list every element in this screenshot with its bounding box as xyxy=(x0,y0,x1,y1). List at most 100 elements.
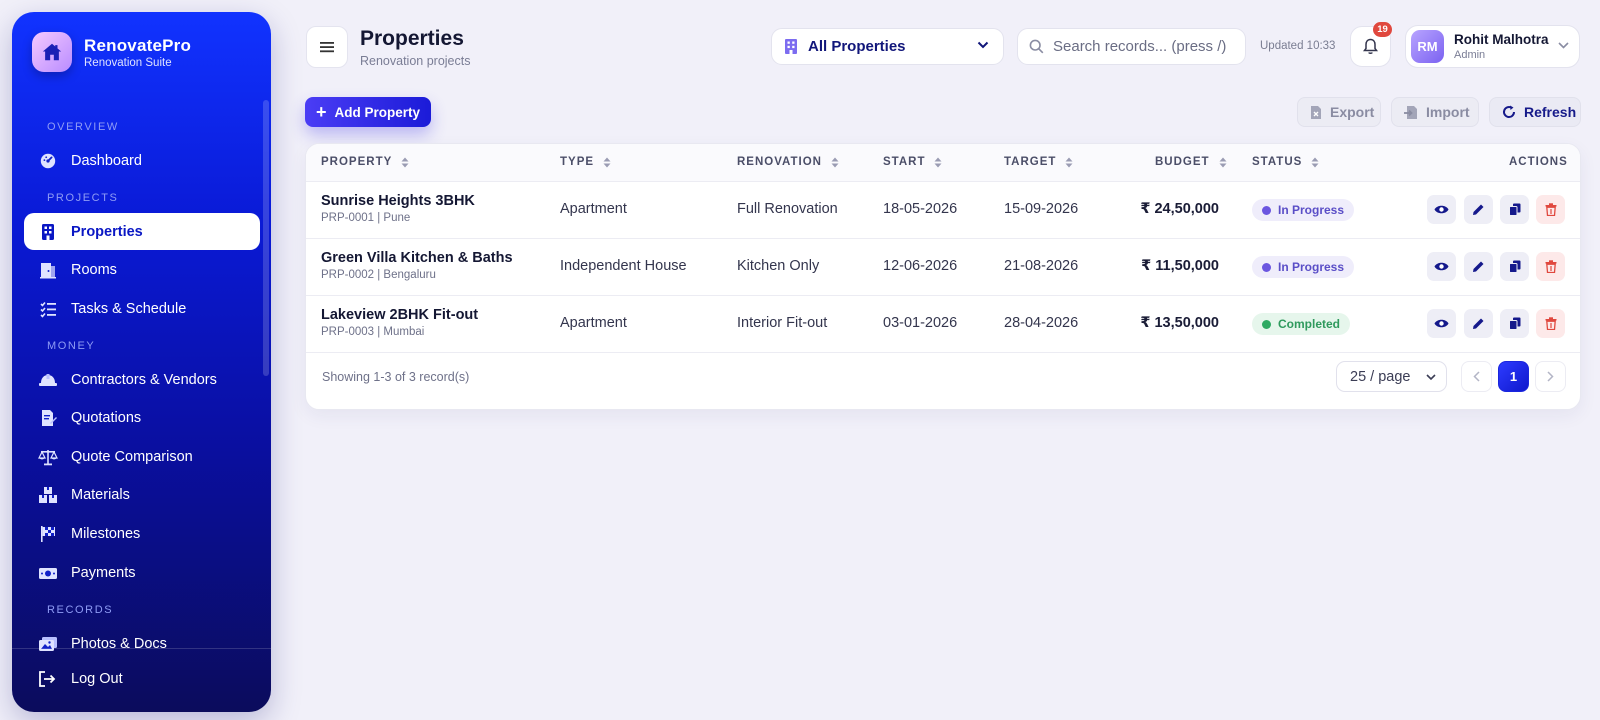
refresh-icon xyxy=(1502,105,1516,119)
sidebar-item-quote-comparison[interactable]: Quote Comparison xyxy=(24,438,260,475)
search-icon xyxy=(1029,39,1044,54)
edit-button[interactable] xyxy=(1464,309,1493,338)
status-badge: In Progress xyxy=(1252,199,1355,221)
duplicate-button[interactable] xyxy=(1500,309,1529,338)
task-list-icon xyxy=(38,299,58,319)
edit-button[interactable] xyxy=(1464,252,1493,281)
import-file-icon xyxy=(1404,105,1418,120)
column-header-budget[interactable]: BUDGET xyxy=(1155,156,1227,168)
trash-icon xyxy=(1545,260,1556,273)
sidebar-item-milestones[interactable]: Milestones xyxy=(24,516,260,553)
sidebar-item-tasks[interactable]: Tasks & Schedule xyxy=(24,290,260,327)
target-date: 28-04-2026 xyxy=(1004,315,1079,331)
renovation-type: Kitchen Only xyxy=(737,258,820,274)
column-header-actions: ACTIONS xyxy=(1509,156,1568,168)
user-menu[interactable]: RM Rohit Malhotra Admin xyxy=(1405,25,1580,68)
column-label: ACTIONS xyxy=(1509,156,1568,168)
status-label: Completed xyxy=(1278,317,1341,331)
table-row[interactable]: Green Villa Kitchen & Baths PRP-0002 | B… xyxy=(306,239,1580,296)
plus-icon: + xyxy=(316,102,327,122)
property-name[interactable]: Lakeview 2BHK Fit-out xyxy=(321,307,478,323)
page-button[interactable]: 1 xyxy=(1498,361,1529,392)
import-button[interactable]: Import xyxy=(1391,97,1479,127)
delete-button[interactable] xyxy=(1536,252,1565,281)
add-property-label: Add Property xyxy=(334,104,421,120)
status-dot xyxy=(1262,319,1271,329)
sidebar-item-label: Rooms xyxy=(71,262,117,279)
column-header-type[interactable]: TYPE xyxy=(560,156,611,168)
notification-count-badge: 19 xyxy=(1373,22,1392,37)
sidebar-item-label: Contractors & Vendors xyxy=(71,371,217,388)
column-header-status[interactable]: STATUS xyxy=(1252,156,1319,168)
sidebar-item-rooms[interactable]: Rooms xyxy=(24,252,260,289)
brand-subtitle: Renovation Suite xyxy=(84,56,172,69)
start-date: 12-06-2026 xyxy=(883,258,958,274)
column-header-start[interactable]: START xyxy=(883,156,942,168)
page-size-select[interactable]: 25 / page xyxy=(1336,361,1447,392)
sidebar-item-label: Tasks & Schedule xyxy=(71,300,187,317)
column-label: TYPE xyxy=(560,156,595,168)
nav-section-projects: PROJECTS xyxy=(47,192,119,204)
avatar: RM xyxy=(1411,30,1444,63)
status-dot xyxy=(1262,205,1271,215)
logout-icon xyxy=(38,669,58,689)
delete-button[interactable] xyxy=(1536,195,1565,224)
table-row[interactable]: Sunrise Heights 3BHK PRP-0001 | Pune Apa… xyxy=(306,182,1580,239)
search-box[interactable] xyxy=(1017,28,1246,65)
sidebar-item-label: Photos & Docs xyxy=(71,635,167,652)
property-selector[interactable]: All Properties xyxy=(771,28,1004,65)
view-button[interactable] xyxy=(1427,195,1456,224)
table-row[interactable]: Lakeview 2BHK Fit-out PRP-0003 | Mumbai … xyxy=(306,296,1580,353)
column-label: TARGET xyxy=(1004,156,1057,168)
column-header-property[interactable]: PROPERTY xyxy=(321,156,409,168)
prev-page-button[interactable] xyxy=(1461,361,1492,392)
column-header-renovation[interactable]: RENOVATION xyxy=(737,156,839,168)
sidebar-item-label: Dashboard xyxy=(71,152,142,169)
delete-button[interactable] xyxy=(1536,309,1565,338)
bell-icon xyxy=(1363,38,1378,54)
sidebar-item-photos[interactable]: Photos & Docs xyxy=(24,625,260,662)
menu-toggle-button[interactable] xyxy=(306,26,348,68)
refresh-label: Refresh xyxy=(1524,104,1577,120)
renovation-type: Full Renovation xyxy=(737,201,838,217)
nav-section-overview: OVERVIEW xyxy=(47,121,119,133)
sidebar-item-contractors[interactable]: Contractors & Vendors xyxy=(24,361,260,398)
sidebar-item-label: Materials xyxy=(71,487,130,504)
page-size-value: 25 / page xyxy=(1350,368,1411,385)
user-role: Admin xyxy=(1454,49,1486,61)
sidebar-item-label: Quotations xyxy=(71,410,142,427)
column-header-target[interactable]: TARGET xyxy=(1004,156,1073,168)
next-page-button[interactable] xyxy=(1535,361,1566,392)
pencil-icon xyxy=(1473,204,1484,215)
export-button[interactable]: Export xyxy=(1297,97,1381,127)
logout-button[interactable]: Log Out xyxy=(38,669,123,689)
sidebar-item-label: Properties xyxy=(71,223,143,240)
property-meta: PRP-0003 | Mumbai xyxy=(321,326,425,338)
duplicate-button[interactable] xyxy=(1500,252,1529,281)
duplicate-button[interactable] xyxy=(1500,195,1529,224)
sidebar-item-dashboard[interactable]: Dashboard xyxy=(24,142,260,179)
property-name[interactable]: Sunrise Heights 3BHK xyxy=(321,193,475,209)
add-property-button[interactable]: + Add Property xyxy=(305,97,431,127)
sidebar: RenovatePro Renovation Suite OVERVIEW Da… xyxy=(12,12,271,712)
view-button[interactable] xyxy=(1427,252,1456,281)
nav-section-money: MONEY xyxy=(47,340,96,353)
sidebar-item-materials[interactable]: Materials xyxy=(24,477,260,514)
sidebar-scrollbar[interactable] xyxy=(263,100,269,376)
table-header: PROPERTY TYPE RENOVATION START TARGET BU… xyxy=(306,144,1580,182)
sidebar-item-properties[interactable]: Properties xyxy=(24,213,260,250)
property-name[interactable]: Green Villa Kitchen & Baths xyxy=(321,250,513,266)
brand[interactable]: RenovatePro Renovation Suite xyxy=(32,32,191,72)
refresh-button[interactable]: Refresh xyxy=(1489,97,1581,127)
sort-icon xyxy=(831,157,839,168)
sidebar-item-quotations[interactable]: Quotations xyxy=(24,400,260,437)
sidebar-item-label: Quote Comparison xyxy=(71,448,193,465)
search-input[interactable] xyxy=(1053,38,1238,55)
status-badge: In Progress xyxy=(1252,256,1355,278)
view-button[interactable] xyxy=(1427,309,1456,338)
import-label: Import xyxy=(1426,104,1470,120)
record-count: Showing 1-3 of 3 record(s) xyxy=(322,370,470,384)
sidebar-item-payments[interactable]: Payments xyxy=(24,554,260,591)
building-icon xyxy=(38,222,58,242)
edit-button[interactable] xyxy=(1464,195,1493,224)
